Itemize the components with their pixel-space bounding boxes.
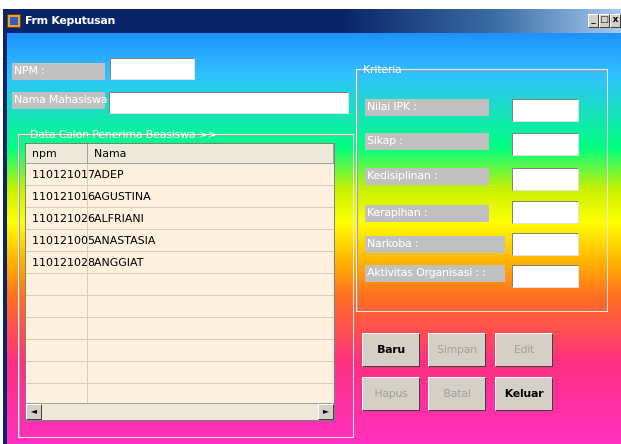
column-header-npm[interactable]: npm: [26, 144, 88, 164]
table-row[interactable]: 110121005 ANASTASIA: [26, 230, 334, 252]
table-row-empty: [26, 296, 334, 318]
table-row-empty: [26, 384, 334, 404]
table-row-empty: [26, 274, 334, 296]
cell-empty: [26, 384, 88, 403]
kerapihan-input[interactable]: [512, 201, 579, 224]
npm-label: NPM :: [12, 63, 105, 80]
table-row-empty: [26, 318, 334, 340]
cell-empty: [26, 296, 88, 317]
cell-npm: 110121017: [26, 164, 95, 185]
cell-empty: [26, 362, 88, 383]
simpan-button[interactable]: Simpan: [428, 333, 486, 367]
kedisiplinan-input[interactable]: [512, 168, 579, 191]
cell-nama: AGUSTINA: [94, 190, 151, 203]
scroll-right-icon[interactable]: ►: [318, 404, 334, 420]
table-row[interactable]: 110121028 ANGGIAT: [26, 252, 334, 274]
minimize-button[interactable]: _: [588, 14, 599, 28]
cell-nama: ANGGIAT: [94, 256, 144, 269]
cell-npm: 110121026: [26, 208, 95, 229]
edit-button[interactable]: Edit: [495, 333, 553, 367]
nilai-ipk-input[interactable]: [512, 99, 579, 122]
kriteria-group-title: Kriteria: [363, 63, 402, 76]
window-title: Frm Keputusan: [25, 14, 116, 27]
cell-npm: 110121028: [26, 252, 95, 273]
aktivitas-organisasi-label: Aktivitas Organisasi : :: [365, 265, 505, 282]
table-row[interactable]: 110121026 ALFRIANI: [26, 208, 334, 230]
form-icon: [7, 14, 21, 28]
cell-empty: [26, 340, 88, 361]
kedisiplinan-label: Kedisiplinan :: [365, 168, 489, 185]
hapus-button[interactable]: Hapus: [362, 377, 420, 411]
nilai-ipk-label: Nilai IPK :: [365, 99, 489, 116]
maximize-button[interactable]: □: [599, 14, 610, 28]
nama-mahasiswa-input[interactable]: [109, 92, 349, 114]
scroll-left-icon[interactable]: ◄: [26, 404, 42, 420]
horizontal-scrollbar[interactable]: ◄ ►: [26, 403, 334, 420]
cell-empty: [26, 274, 88, 295]
table-row[interactable]: 110121016 AGUSTINA: [26, 186, 334, 208]
data-calon-group-title: Data Calon Penerima Beasiswa >>: [30, 128, 217, 141]
sikap-input[interactable]: [512, 133, 579, 156]
cell-empty: [26, 318, 88, 339]
nama-mahasiswa-label: Nama Mahasiswa :: [12, 92, 114, 109]
cell-nama: ADEP: [94, 168, 124, 181]
baru-button[interactable]: Baru: [362, 333, 420, 367]
cell-npm: 110121005: [26, 230, 95, 251]
npm-input[interactable]: [110, 58, 195, 80]
close-button[interactable]: x: [610, 14, 621, 28]
cell-npm: 110121016: [26, 186, 95, 207]
column-header-nama[interactable]: Nama: [88, 144, 334, 164]
narkoba-label: Narkoba :: [365, 236, 505, 253]
data-grid[interactable]: npm Nama 110121017 ADEP 110121016 AGUSTI…: [25, 143, 335, 421]
aktivitas-organisasi-input[interactable]: [512, 265, 579, 288]
table-row-empty: [26, 340, 334, 362]
title-bar: Frm Keputusan _ □ x: [3, 9, 621, 33]
table-row[interactable]: 110121017 ADEP: [26, 164, 334, 186]
keluar-button[interactable]: Keluar: [495, 377, 553, 411]
narkoba-input[interactable]: [512, 233, 579, 256]
cell-nama: ALFRIANI: [94, 212, 144, 225]
kerapihan-label: Kerapihan :: [365, 205, 489, 222]
table-row-empty: [26, 362, 334, 384]
sikap-label: Sikap :: [365, 133, 489, 150]
batal-button[interactable]: Batal: [428, 377, 486, 411]
cell-nama: ANASTASIA: [94, 234, 156, 247]
